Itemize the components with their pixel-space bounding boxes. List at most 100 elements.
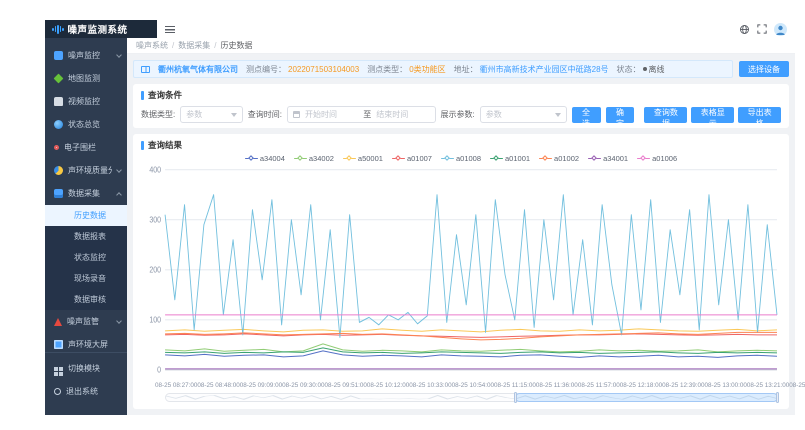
sidebar-item[interactable]: 数据采集 — [45, 182, 127, 205]
datazoom-left-handle[interactable] — [513, 392, 517, 403]
breadcrumb-item[interactable]: 噪声系统 — [136, 40, 168, 51]
query-action-button[interactable]: 查询数据 — [644, 106, 688, 128]
legend-marker-icon — [440, 154, 454, 162]
monitor-icon — [54, 51, 63, 60]
legend-item[interactable]: a01006 — [637, 154, 677, 163]
fullscreen-icon[interactable] — [757, 24, 767, 34]
sidebar-item[interactable]: 电子围栏 — [45, 136, 127, 159]
data-type-placeholder: 参数 — [186, 110, 203, 119]
display-param-select[interactable]: 参数 — [479, 106, 567, 123]
sidebar-subitem[interactable]: 数据报表 — [45, 226, 127, 247]
station-field: 状态： 离线 — [617, 64, 665, 75]
y-axis-tick: 200 — [149, 265, 161, 274]
series-line-a34002 — [165, 343, 777, 353]
station-field-label: 地址： — [453, 64, 478, 74]
sidebar-subitem[interactable]: 状态监控 — [45, 247, 127, 268]
refresh-icon[interactable] — [739, 24, 750, 35]
legend-label: a01006 — [652, 154, 678, 163]
x-axis-label: 08-25 09:09:00 — [239, 382, 283, 389]
station-field: 测点类型： 0类功能区 — [367, 64, 445, 75]
sidebar-item[interactable]: 退出系统 — [45, 380, 127, 403]
select-all-button[interactable]: 全选 — [571, 106, 601, 128]
x-axis-label: 08-25 10:33:00 — [409, 382, 452, 389]
legend-item[interactable]: a34002 — [293, 154, 334, 163]
legend-item[interactable]: a01001 — [490, 154, 530, 163]
status-dot-icon — [642, 67, 647, 71]
query-action-button[interactable]: 导出表格 — [738, 106, 782, 128]
y-axis-tick: 0 — [157, 365, 161, 374]
sidebar-item[interactable]: 噪声监控 — [45, 44, 127, 67]
station-field-label: 测点类型： — [367, 64, 408, 74]
sidebar-item[interactable]: 噪声监管 — [45, 310, 127, 333]
breadcrumb-separator: / — [214, 41, 217, 50]
sidebar-item[interactable]: 状态总览 — [45, 113, 127, 136]
globe-icon — [54, 120, 63, 129]
legend-label: a01001 — [505, 154, 531, 163]
legend-label: a34001 — [603, 154, 629, 163]
navbar-right — [739, 22, 787, 36]
sidebar-subitem[interactable]: 数据审核 — [45, 289, 127, 310]
range-separator-label: 至 — [363, 110, 372, 119]
sidebar-subitem[interactable]: 现场录音 — [45, 268, 127, 289]
x-axis-label: 08-25 13:21:00 — [746, 382, 790, 389]
sidebar-subitem[interactable]: 历史数据 — [45, 205, 127, 226]
station-field-value: 离线 — [648, 64, 665, 74]
x-axis-label: 08-25 11:15:00 — [494, 382, 536, 389]
datazoom-window[interactable] — [513, 392, 779, 403]
station-row: 衢州杭氧气体有限公司 测点编号： 2022071503104003 测点类型： 0类功… — [133, 60, 789, 78]
chevron-down-icon — [116, 166, 122, 173]
legend-item[interactable]: a01002 — [539, 154, 579, 163]
legend-marker-diamond — [395, 154, 401, 161]
legend-marker-icon — [391, 154, 405, 162]
datazoom-slider[interactable] — [165, 392, 779, 403]
sidebar-item[interactable]: 视频监控 — [45, 90, 127, 113]
data-type-select[interactable]: 参数 — [180, 106, 243, 123]
legend-item[interactable]: a34001 — [588, 154, 628, 163]
datazoom-right-handle[interactable] — [775, 392, 779, 403]
collapse-menu-icon[interactable] — [165, 25, 175, 33]
chevron-down-icon — [230, 112, 237, 117]
sidebar-item-label: 状态总览 — [68, 120, 100, 129]
sidebar-item-label: 切换模块 — [68, 364, 100, 373]
pie-icon — [54, 166, 63, 175]
legend-marker-diamond — [444, 154, 450, 161]
app-title: 噪声监测系统 — [67, 25, 128, 36]
x-axis-label: 08-25 13:42:00 — [789, 382, 805, 389]
document-icon — [141, 65, 150, 73]
sidebar-item[interactable]: 声环境质量分析 — [45, 159, 127, 182]
sidebar-item-label: 视频监控 — [68, 97, 100, 106]
app-window: 噪声监控地图监测视频监控状态总览电子围栏声环境质量分析数据采集历史数据数据报表状… — [45, 20, 805, 415]
legend-marker-icon — [490, 154, 504, 162]
select-device-button[interactable]: 选择设备 — [739, 61, 789, 77]
breadcrumb-bar: 噪声系统 / 数据采集 / 历史数据 — [127, 38, 795, 54]
end-time-placeholder: 结束时间 — [376, 110, 409, 119]
user-avatar[interactable] — [774, 22, 787, 36]
breadcrumb-item[interactable]: 数据采集 — [178, 40, 210, 51]
station-field-label: 状态： — [616, 64, 641, 74]
fence-icon — [54, 145, 59, 150]
x-axis-label: 08-25 11:57:00 — [577, 382, 620, 389]
sidebar-item[interactable]: 切换模块 — [45, 357, 127, 380]
top-navbar — [157, 20, 795, 38]
x-axis-label: 08-25 13:00:00 — [704, 382, 747, 389]
x-axis-label: 08-25 10:12:00 — [366, 382, 410, 389]
confirm-button[interactable]: 确定 — [605, 106, 635, 128]
x-axis-label: 08-25 10:54:00 — [451, 382, 494, 389]
breadcrumb-item: 历史数据 — [220, 41, 253, 50]
sidebar-item[interactable]: 地图监测 — [45, 67, 127, 90]
legend-item[interactable]: a01007 — [391, 154, 432, 163]
legend-item[interactable]: a01008 — [440, 154, 481, 163]
legend-marker-icon — [637, 154, 651, 162]
legend-item[interactable]: a50001 — [342, 154, 383, 163]
date-range-input[interactable]: 开始时间 至 结束时间 — [286, 106, 436, 123]
sidebar-item-label: 噪声监控 — [68, 51, 100, 60]
query-action-button[interactable]: 表格显示 — [691, 106, 735, 128]
panel-accent-bar — [141, 140, 144, 150]
sidebar-item-label: 退出系统 — [66, 387, 98, 396]
bigscreen-icon — [54, 340, 63, 349]
power-icon — [54, 388, 61, 395]
main-content: 衢州杭氧气体有限公司 测点编号： 2022071503104003 测点类型： 0类功… — [127, 54, 805, 415]
x-axis-label: 08-25 12:18:00 — [619, 382, 663, 389]
legend-marker-icon — [588, 154, 602, 162]
legend-item[interactable]: a34004 — [244, 154, 285, 163]
